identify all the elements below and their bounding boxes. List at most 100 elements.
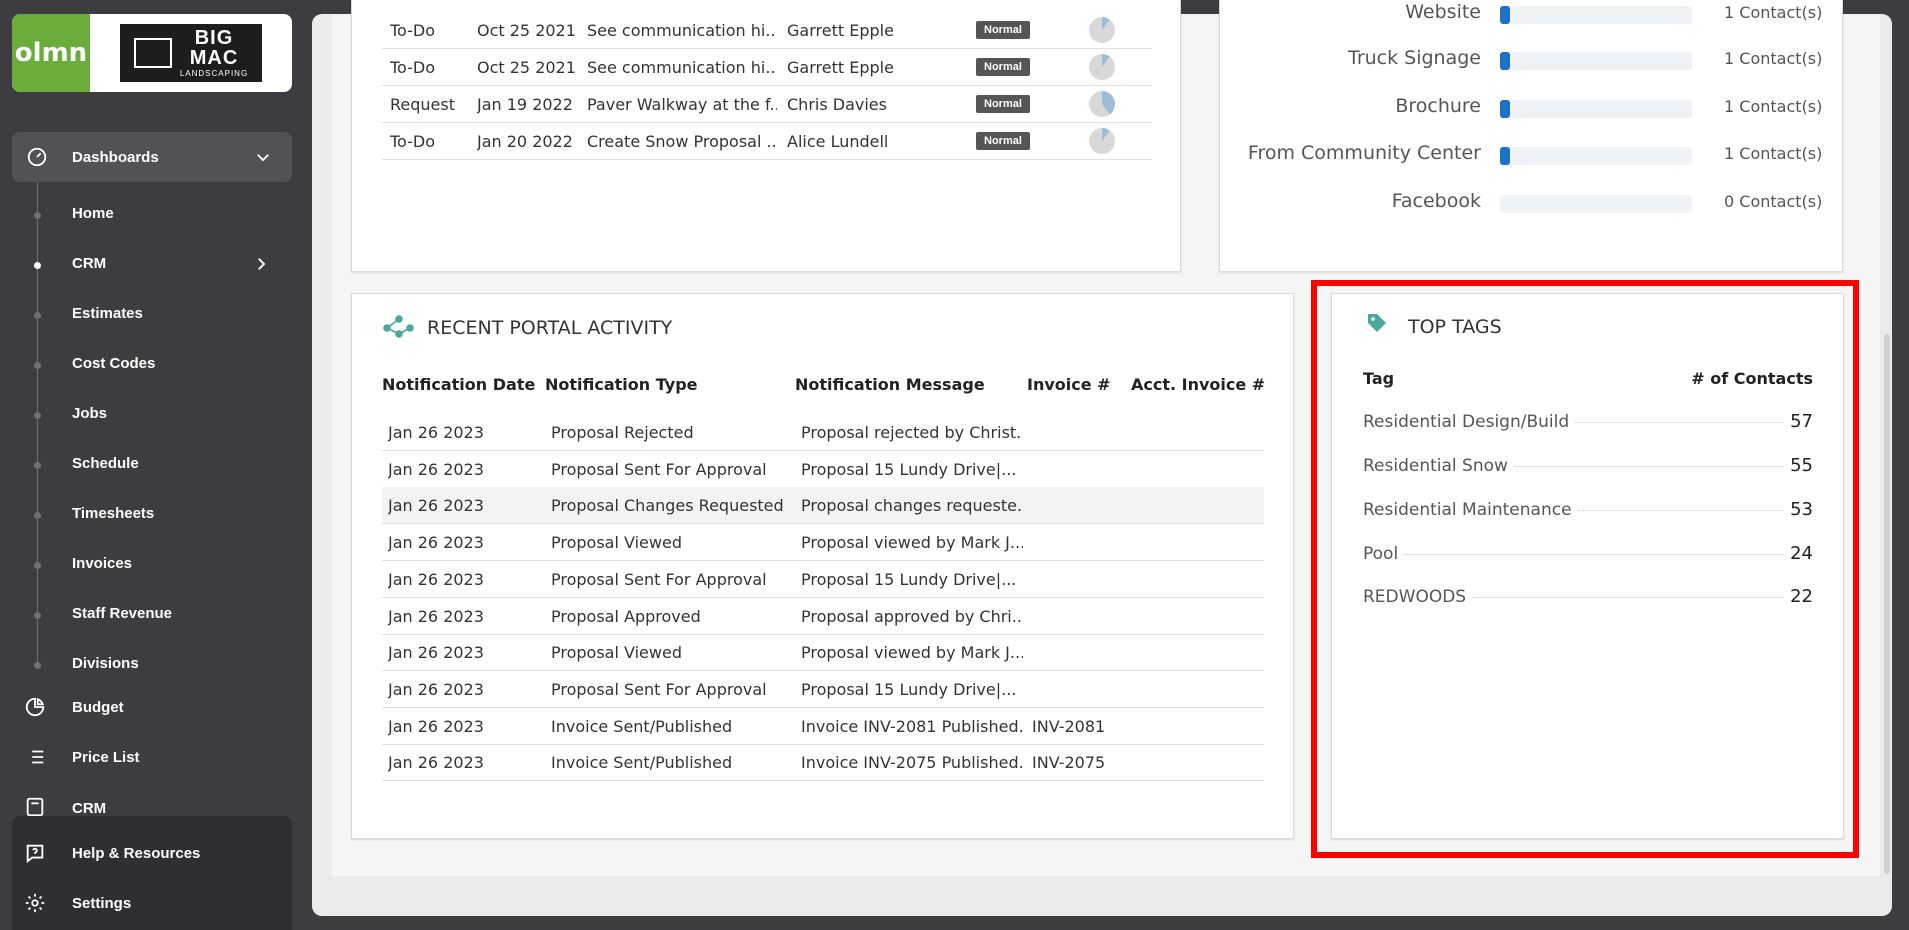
tasks-card: To-Do Oct 25 2021 See communication hi... G…: [351, 0, 1181, 272]
nav-tree-dot: [34, 412, 41, 419]
sidebar-item-cost-codes[interactable]: Cost Codes: [72, 355, 155, 372]
sidebar-item-price-list[interactable]: Price List: [24, 746, 140, 768]
task-subject[interactable]: Create Snow Proposal ...: [587, 132, 777, 151]
priority-badge: Normal: [976, 95, 1030, 113]
notification-date: Jan 26 2023: [388, 459, 484, 479]
chevron-down-icon[interactable]: [254, 148, 272, 166]
task-assigned: Garrett Epple: [787, 21, 894, 40]
portal-activity-card: RECENT PORTAL ACTIVITY Notification Date…: [351, 293, 1294, 839]
sidebar-item-home[interactable]: Home: [72, 205, 114, 222]
lead-source-bar: [1500, 52, 1692, 70]
portal-column-header[interactable]: Notification Message: [795, 375, 985, 394]
sidebar-item-schedule[interactable]: Schedule: [72, 455, 139, 472]
notification-type: Proposal Sent For Approval: [551, 569, 767, 589]
notification-date: Jan 26 2023: [388, 753, 484, 773]
sidebar-item-crm[interactable]: CRM: [72, 255, 106, 272]
notification-date: Jan 26 2023: [388, 496, 484, 516]
notification-type: Proposal Approved: [551, 606, 701, 626]
company-logo[interactable]: olmn BIG MAC LANDSCAPING: [12, 14, 292, 92]
lead-source-bar-fill: [1500, 6, 1510, 24]
notification-message[interactable]: Proposal 15 Lundy Drive|...: [801, 680, 1023, 699]
lmn-logo: olmn: [12, 14, 90, 92]
sidebar-item-settings[interactable]: Settings: [24, 892, 131, 914]
notification-date: Jan 26 2023: [388, 606, 484, 626]
notification-message[interactable]: Proposal 15 Lundy Drive|...: [801, 570, 1023, 589]
task-row[interactable]: To-Do Jan 20 2022 Create Snow Proposal ...…: [382, 123, 1152, 160]
nav-tree-dot: [34, 662, 41, 669]
sidebar-item-timesheets[interactable]: Timesheets: [72, 505, 154, 522]
sidebar-item-divisions[interactable]: Divisions: [72, 655, 139, 672]
notification-message[interactable]: Proposal viewed by Mark J...: [801, 643, 1023, 662]
task-subject[interactable]: See communication hi...: [587, 21, 777, 40]
sidebar-item-jobs[interactable]: Jobs: [72, 405, 107, 422]
gear-icon: [25, 893, 45, 913]
nav-tree-dot: [34, 562, 41, 569]
lead-source-count: 1 Contact(s): [1724, 97, 1823, 116]
progress-pie-icon: [1089, 54, 1115, 80]
sidebar-item-label: CRM: [72, 800, 107, 816]
notification-type: Proposal Viewed: [551, 533, 682, 553]
portal-activity-row[interactable]: Jan 26 2023 Proposal Changes Requested Pro…: [382, 487, 1264, 525]
notification-type: Proposal Sent For Approval: [551, 679, 767, 699]
task-subject[interactable]: Paver Walkway at the f...: [587, 95, 777, 114]
sidebar-item-invoices[interactable]: Invoices: [72, 555, 132, 572]
notification-message[interactable]: Proposal viewed by Mark J...: [801, 533, 1023, 552]
sidebar-item-label: Settings: [72, 894, 132, 912]
chevron-right-icon[interactable]: [252, 255, 270, 273]
nav-tree-dot: [34, 612, 41, 619]
task-row[interactable]: To-Do Oct 25 2021 See communication hi... G…: [382, 49, 1152, 86]
bigmac-logo: BIG MAC LANDSCAPING: [120, 24, 262, 82]
priority-badge: Normal: [976, 132, 1030, 150]
notification-message[interactable]: Proposal approved by Chri...: [801, 607, 1023, 626]
portal-column-header[interactable]: Invoice #: [1027, 375, 1111, 394]
notification-type: Proposal Changes Requested: [551, 496, 784, 516]
task-date: Jan 19 2022: [477, 95, 573, 114]
lead-source-label: Brochure: [1395, 95, 1481, 117]
sidebar-item-staff-revenue[interactable]: Staff Revenue: [72, 605, 172, 622]
portal-column-header[interactable]: Acct. Invoice #: [1131, 375, 1265, 394]
portal-activity-row[interactable]: Jan 26 2023 Invoice Sent/Published Invoice…: [382, 708, 1264, 745]
notification-message[interactable]: Invoice INV-2081 Published...: [801, 717, 1023, 736]
lead-sources-card: [1219, 0, 1843, 272]
sidebar-group-dashboards[interactable]: Dashboards: [12, 132, 292, 182]
notification-type: Invoice Sent/Published: [551, 753, 733, 773]
portal-column-header[interactable]: Notification Type: [545, 375, 698, 394]
lead-source-bar: [1500, 147, 1692, 165]
portal-activity-row[interactable]: Jan 26 2023 Proposal Rejected Proposal rej…: [382, 414, 1264, 451]
invoice-number[interactable]: INV-2081: [1032, 717, 1105, 736]
lead-source-bar-fill: [1500, 100, 1510, 118]
nav-tree-dot: [34, 362, 41, 369]
brand-line1: BIG: [194, 27, 234, 49]
portal-activity-row[interactable]: Jan 26 2023 Proposal Sent For Approval Pro…: [382, 451, 1264, 488]
portal-activity-row[interactable]: Jan 26 2023 Proposal Sent For Approval Pro…: [382, 561, 1264, 598]
notification-message[interactable]: Proposal changes requeste...: [801, 496, 1023, 515]
sidebar-item-crm[interactable]: CRM: [24, 796, 106, 816]
portal-activity-row[interactable]: Jan 26 2023 Proposal Sent For Approval Pro…: [382, 671, 1264, 708]
sidebar-item-estimates[interactable]: Estimates: [72, 305, 143, 322]
task-row[interactable]: To-Do Oct 25 2021 See communication hi... G…: [382, 12, 1152, 49]
lead-source-label: Website: [1405, 1, 1481, 23]
notification-type: Proposal Viewed: [551, 643, 682, 663]
brand-mark-icon: [133, 38, 172, 68]
portal-activity-row[interactable]: Jan 26 2023 Proposal Viewed Proposal viewe…: [382, 634, 1264, 672]
portal-column-header[interactable]: Notification Date: [382, 375, 535, 394]
task-subject[interactable]: See communication hi...: [587, 58, 777, 77]
nav-tree-dot: [34, 512, 41, 519]
help-icon: [26, 844, 44, 864]
scrollbar[interactable]: [1884, 334, 1890, 874]
lead-source-label: Truck Signage: [1348, 47, 1481, 69]
notification-date: Jan 26 2023: [388, 569, 484, 589]
notification-message[interactable]: Invoice INV-2075 Published...: [801, 753, 1023, 772]
sidebar-item-help[interactable]: Help & Resources: [24, 842, 200, 864]
portal-activity-row[interactable]: Jan 26 2023 Proposal Approved Proposal app…: [382, 598, 1264, 635]
task-assigned: Garrett Epple: [787, 58, 894, 77]
sidebar-item-budget[interactable]: Budget: [24, 696, 124, 718]
invoice-number[interactable]: INV-2075: [1032, 753, 1105, 772]
sidebar-item-label: Price List: [72, 748, 140, 766]
portal-activity-row[interactable]: Jan 26 2023 Invoice Sent/Published Invoice…: [382, 744, 1264, 782]
portal-activity-row[interactable]: Jan 26 2023 Proposal Viewed Proposal viewe…: [382, 524, 1264, 562]
task-row[interactable]: Request Jan 19 2022 Paver Walkway at the f…: [382, 86, 1152, 123]
notification-message[interactable]: Proposal 15 Lundy Drive|...: [801, 460, 1023, 479]
notification-message[interactable]: Proposal rejected by Christ...: [801, 423, 1023, 442]
network-nodes-icon: [383, 315, 414, 338]
